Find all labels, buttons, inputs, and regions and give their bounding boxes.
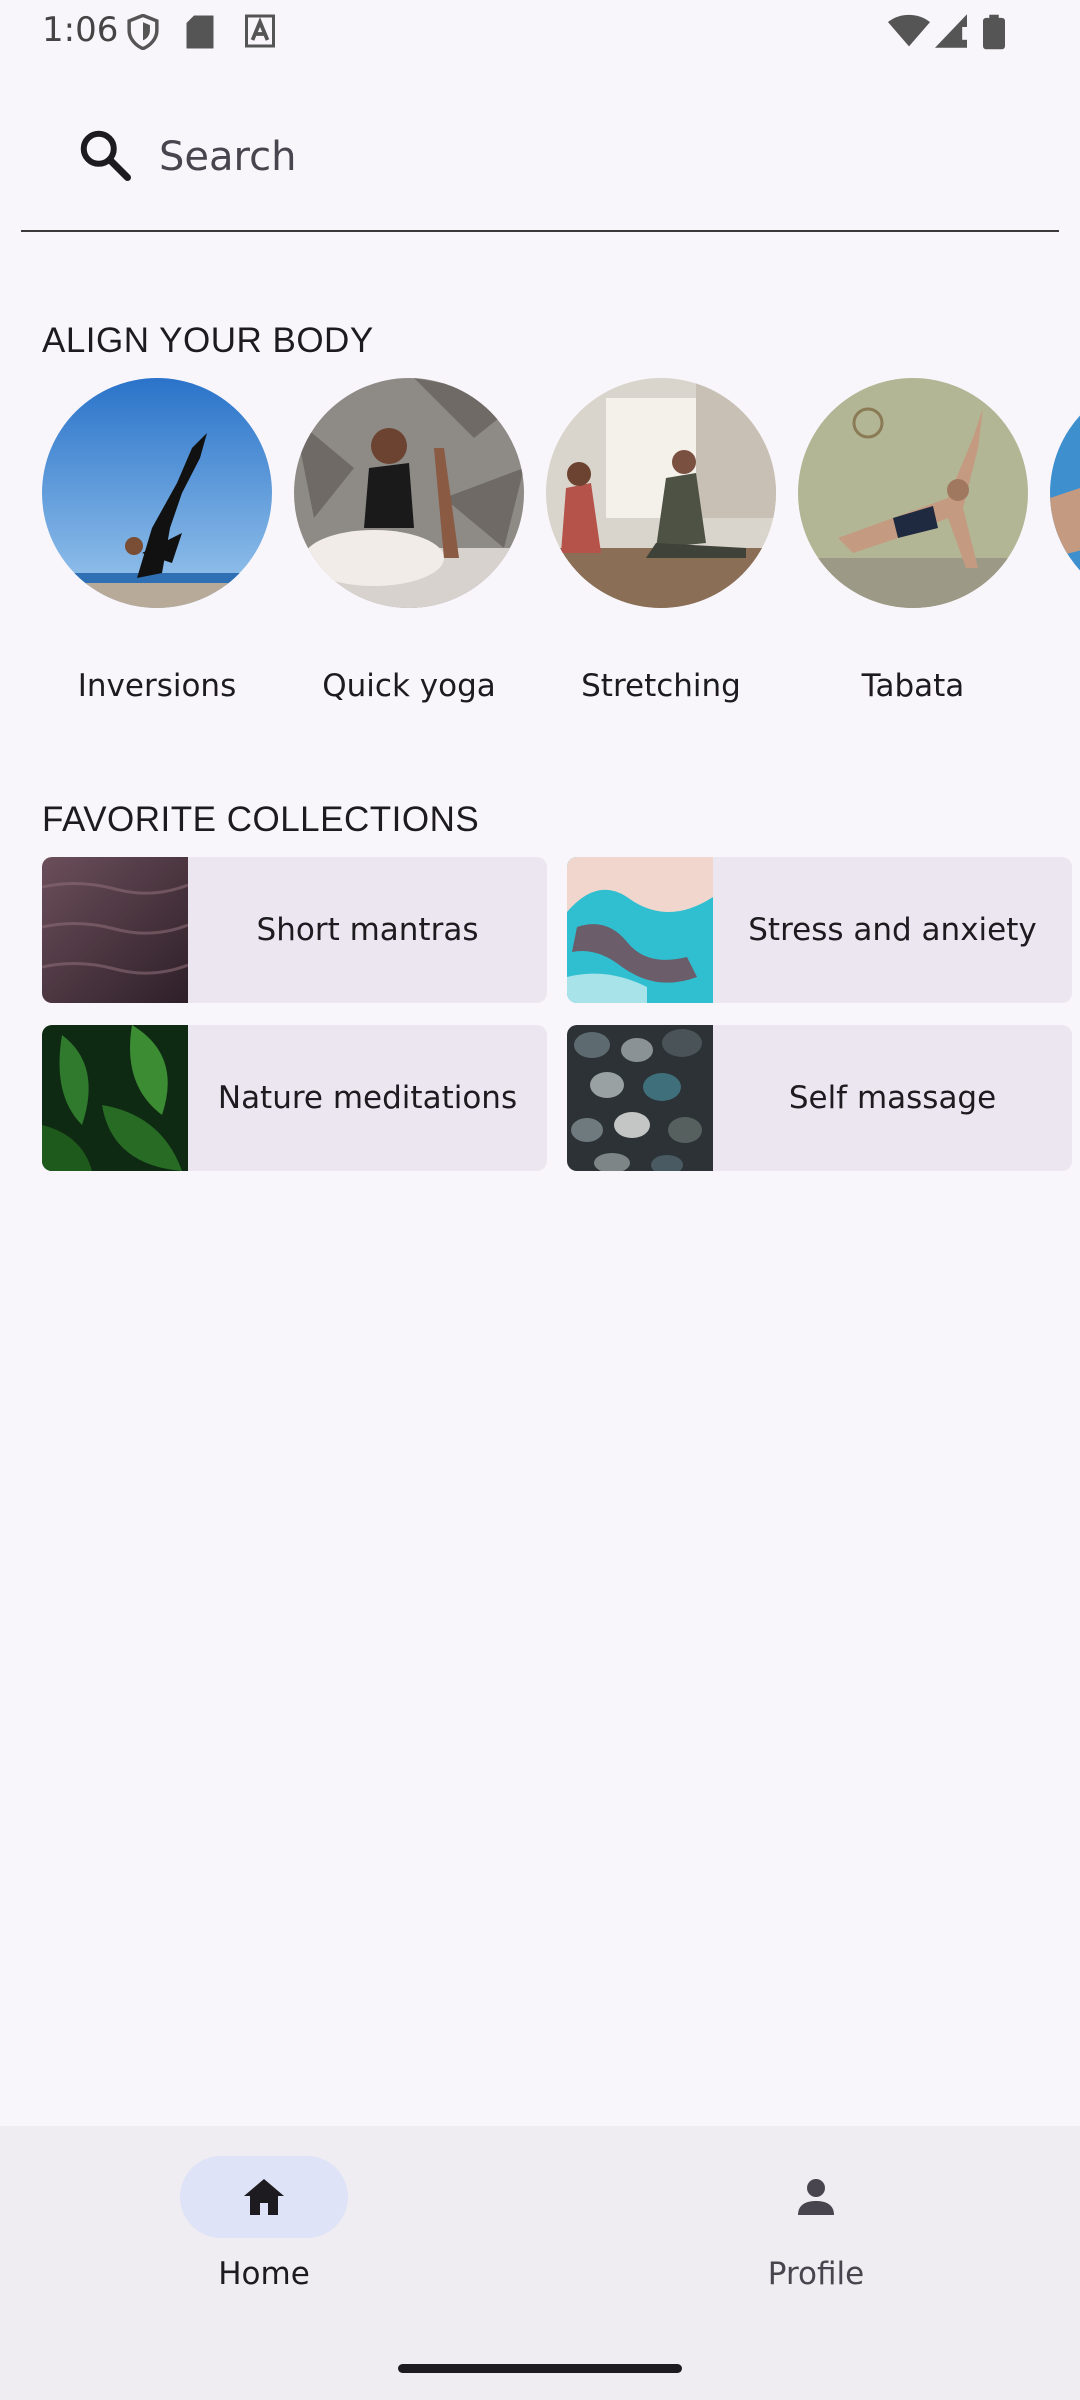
align-item-quick-yoga[interactable]: Quick yoga bbox=[294, 378, 524, 718]
align-item-label: Inversions bbox=[77, 668, 237, 704]
stretching-image bbox=[546, 378, 776, 608]
favorite-collections-heading: FAVORITE COLLECTIONS bbox=[42, 800, 480, 839]
shield-icon bbox=[126, 13, 160, 55]
gesture-handle[interactable] bbox=[398, 2364, 682, 2373]
nav-label-home: Home bbox=[218, 2256, 310, 2292]
collection-card-stress-and-anxiety[interactable]: Stress and anxiety bbox=[567, 857, 1072, 1003]
align-item-inversions[interactable]: Inversions bbox=[42, 378, 272, 718]
align-item-image bbox=[1050, 378, 1080, 608]
battery-icon bbox=[983, 14, 1005, 55]
quick-yoga-image bbox=[294, 378, 524, 608]
collection-label: Stress and anxiety bbox=[748, 911, 1037, 948]
align-item-label: Stretching bbox=[581, 668, 741, 704]
home-icon bbox=[240, 2173, 288, 2221]
bottom-navigation: Home Profile bbox=[0, 2126, 1080, 2400]
self-massage-image bbox=[567, 1025, 713, 1171]
inversions-image bbox=[42, 378, 272, 608]
nature-meditations-image bbox=[42, 1025, 188, 1171]
tabata-image bbox=[798, 378, 1028, 608]
status-bar: 1:06 bbox=[0, 0, 1080, 64]
nav-item-home[interactable]: Home bbox=[114, 2156, 414, 2306]
collection-card-short-mantras[interactable]: Short mantras bbox=[42, 857, 547, 1003]
align-item-partial[interactable] bbox=[1050, 378, 1080, 718]
align-item-tabata[interactable]: Tabata bbox=[798, 378, 1028, 718]
wifi-icon bbox=[888, 14, 930, 53]
collection-label: Self massage bbox=[788, 1079, 997, 1116]
stress-and-anxiety-image bbox=[567, 857, 713, 1003]
sd-card-icon bbox=[185, 14, 215, 55]
align-item-label: Quick yoga bbox=[322, 668, 496, 704]
search-input[interactable] bbox=[157, 120, 1021, 194]
cell-signal-icon bbox=[935, 14, 967, 53]
person-icon bbox=[792, 2173, 840, 2221]
collection-card-nature-meditations[interactable]: Nature meditations bbox=[42, 1025, 547, 1171]
collection-card-self-massage[interactable]: Self massage bbox=[567, 1025, 1072, 1171]
align-item-label: Tabata bbox=[861, 668, 965, 704]
search-icon bbox=[75, 125, 135, 185]
nav-label-profile: Profile bbox=[767, 2256, 865, 2292]
status-time: 1:06 bbox=[42, 10, 119, 50]
short-mantras-image bbox=[42, 857, 188, 1003]
align-your-body-heading: ALIGN YOUR BODY bbox=[42, 321, 374, 360]
a-badge-icon bbox=[245, 14, 275, 53]
nav-item-profile[interactable]: Profile bbox=[666, 2156, 966, 2306]
align-body-carousel[interactable]: Inversions Quick yoga Stretching Tabata bbox=[42, 378, 1080, 718]
collection-label: Nature meditations bbox=[217, 1079, 518, 1116]
collection-label: Short mantras bbox=[256, 911, 479, 948]
align-item-stretching[interactable]: Stretching bbox=[546, 378, 776, 718]
search-bar[interactable] bbox=[21, 80, 1059, 232]
